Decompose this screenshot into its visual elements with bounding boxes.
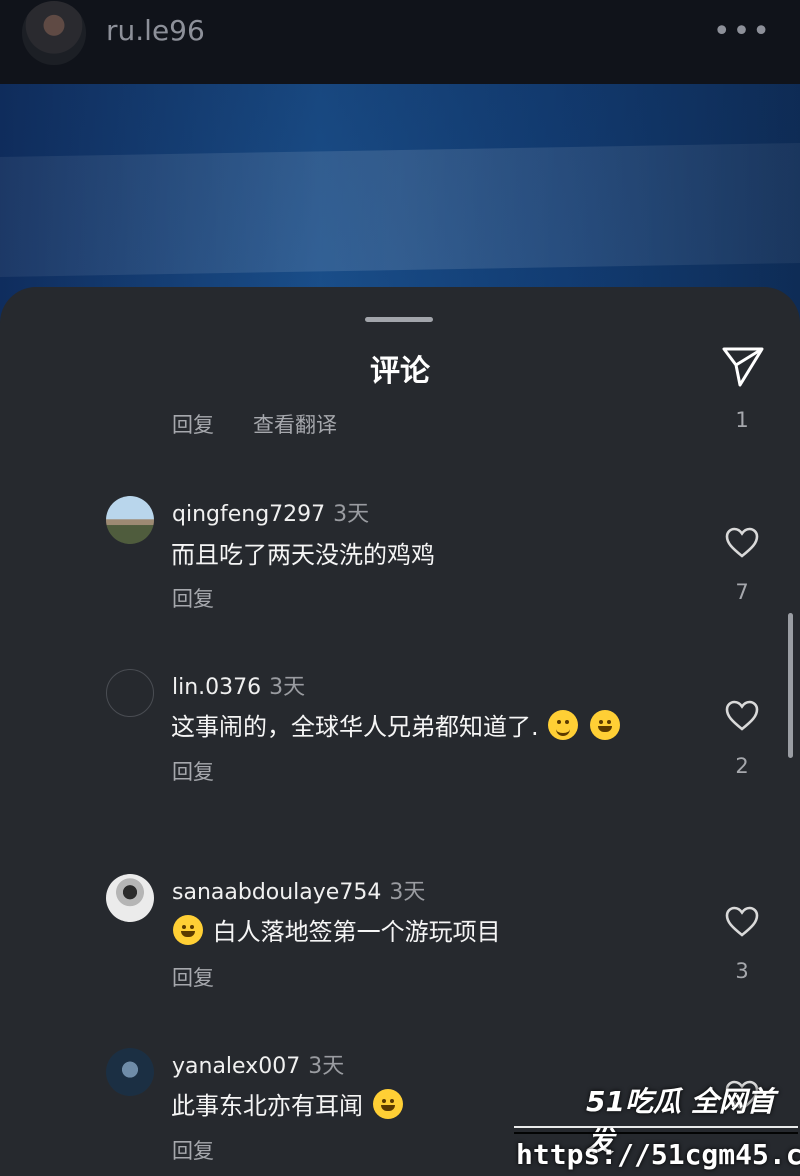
heart-icon[interactable] (724, 525, 760, 561)
username-text[interactable]: qingfeng7297 (172, 502, 325, 527)
comment-time: 3天 (333, 502, 370, 527)
smile-emoji-icon (548, 710, 579, 740)
heart-icon[interactable] (724, 1078, 760, 1114)
more-options-icon[interactable]: ••• (713, 14, 772, 49)
drag-handle[interactable] (365, 317, 433, 322)
username-text[interactable]: sanaabdoulaye754 (172, 880, 381, 905)
view-translation-button[interactable]: 查看翻译 (253, 409, 337, 439)
like-count: 2 (735, 754, 749, 778)
reply-button[interactable]: 回复 (172, 409, 214, 439)
laughing-tears-emoji-icon (589, 710, 620, 740)
reply-button[interactable]: 回复 (172, 1135, 214, 1165)
username-text[interactable]: lin.0376 (172, 675, 261, 700)
reply-button[interactable]: 回复 (172, 962, 214, 992)
comment-time: 3天 (269, 675, 306, 700)
sheet-title: 评论 (370, 354, 430, 389)
like-count: 1 (735, 408, 749, 432)
comment-text: 这事闹的，全球华人兄弟都知道了. (171, 707, 622, 742)
scrollbar[interactable] (788, 613, 793, 758)
comment-text-content: 这事闹的，全球华人兄弟都知道了. (171, 713, 539, 741)
top-bar: ru.le96 ••• (0, 0, 800, 84)
comment-text: 白人落地签第一个游玩项目 (171, 912, 501, 947)
comment-text: 而且吃了两天没洗的鸡鸡 (171, 541, 435, 569)
heart-icon[interactable] (724, 698, 760, 734)
comment-text: 此事东北亦有耳闻 (171, 1086, 405, 1121)
reply-button[interactable]: 回复 (172, 583, 214, 613)
heart-icon[interactable] (724, 904, 760, 940)
like-count: 3 (735, 959, 749, 983)
comment-text-content: 白人落地签第一个游玩项目 (212, 918, 501, 946)
laughing-tears-emoji-icon (372, 1089, 403, 1119)
send-icon[interactable] (720, 343, 766, 389)
avatar[interactable] (106, 874, 154, 922)
comment-username[interactable]: sanaabdoulaye754 3天 (172, 874, 425, 906)
reply-button[interactable]: 回复 (172, 756, 214, 786)
comment-time: 3天 (389, 880, 426, 905)
avatar[interactable] (106, 669, 154, 717)
comment-username[interactable]: lin.0376 3天 (172, 669, 305, 701)
profile-username[interactable]: ru.le96 (106, 14, 205, 47)
avatar[interactable] (106, 1048, 154, 1096)
comment-username[interactable]: yanalex007 3天 (172, 1048, 344, 1080)
avatar[interactable] (106, 496, 154, 544)
comment-time: 3天 (308, 1054, 345, 1079)
comments-sheet: 评论 回复 查看翻译 1 qingfeng7297 3天 而且吃了两天没洗的鸡鸡 … (0, 287, 800, 1176)
comment-username[interactable]: qingfeng7297 3天 (172, 496, 369, 528)
username-text[interactable]: yanalex007 (172, 1054, 300, 1079)
comment-text-content: 此事东北亦有耳闻 (171, 1092, 363, 1120)
laughing-tears-emoji-icon (173, 915, 203, 945)
post-image-cloud (0, 143, 800, 277)
profile-avatar[interactable] (22, 1, 86, 65)
like-count: 7 (735, 580, 749, 604)
